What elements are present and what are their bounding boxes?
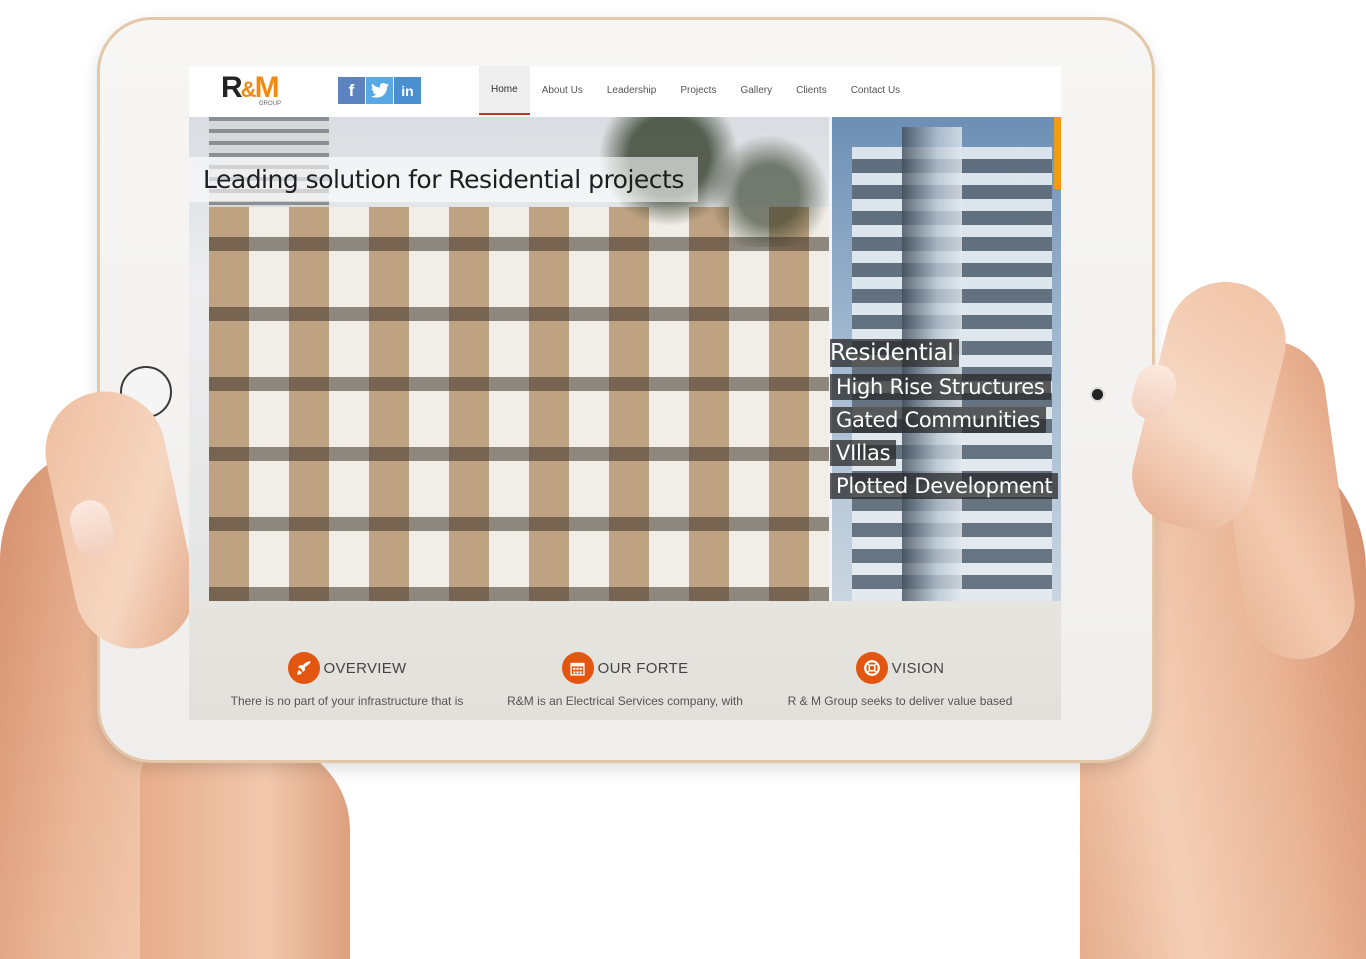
nav-contact-us[interactable]: Contact Us <box>839 66 912 115</box>
apartment-building-image <box>209 207 829 601</box>
service-text: There is no part of your infrastructure … <box>230 694 464 708</box>
hero-title: Leading solution for Residential project… <box>189 157 698 202</box>
feature-item: High Rise Structures <box>830 374 1051 400</box>
service-our-forte[interactable]: OUR FORTE R&M is an Electrical Services … <box>489 652 761 708</box>
nav-leadership[interactable]: Leadership <box>595 66 668 115</box>
services-section: OVERVIEW There is no part of your infras… <box>189 601 1061 720</box>
feature-item: Plotted Development <box>830 473 1059 499</box>
left-wrist <box>140 740 350 959</box>
service-overview[interactable]: OVERVIEW There is no part of your infras… <box>211 652 483 708</box>
brand-logo[interactable]: R&M GROUP <box>221 72 291 110</box>
linkedin-icon[interactable]: in <box>394 77 421 104</box>
twitter-icon[interactable] <box>366 77 393 104</box>
main-menu: Home About Us Leadership Projects Galler… <box>479 66 912 117</box>
calendar-icon <box>561 652 594 684</box>
logo-subtext: GROUP <box>259 101 282 107</box>
feature-list: Residential High Rise Structures Gated C… <box>830 339 1059 506</box>
nav-projects[interactable]: Projects <box>668 66 728 115</box>
service-title: OUR FORTE <box>597 659 689 677</box>
website-screen: R&M GROUP f in Home About Us Leadership … <box>189 66 1061 720</box>
facebook-icon[interactable]: f <box>338 77 365 104</box>
nav-gallery[interactable]: Gallery <box>728 66 784 115</box>
service-vision[interactable]: VISION R & M Group seeks to deliver valu… <box>764 652 1036 708</box>
rocket-icon <box>287 652 320 684</box>
nav-home[interactable]: Home <box>479 66 530 115</box>
service-text: R&M is an Electrical Services company, w… <box>507 694 743 708</box>
feature-category: Residential <box>830 339 960 367</box>
orange-accent-strip <box>1054 117 1061 189</box>
nav-about-us[interactable]: About Us <box>530 66 595 115</box>
feature-item: Gated Communities <box>830 407 1047 433</box>
feature-item: VIllas <box>830 440 897 466</box>
top-navbar: R&M GROUP f in Home About Us Leadership … <box>189 66 1061 118</box>
service-title: VISION <box>891 659 945 677</box>
hero-slider[interactable]: Leading solution for Residential project… <box>189 117 1061 601</box>
service-text: R & M Group seeks to deliver value based <box>787 694 1013 708</box>
lifebuoy-icon <box>855 652 888 684</box>
service-title: OVERVIEW <box>323 659 407 677</box>
social-links: f in <box>338 77 421 104</box>
nav-clients[interactable]: Clients <box>784 66 839 115</box>
tablet-camera <box>1092 389 1103 400</box>
